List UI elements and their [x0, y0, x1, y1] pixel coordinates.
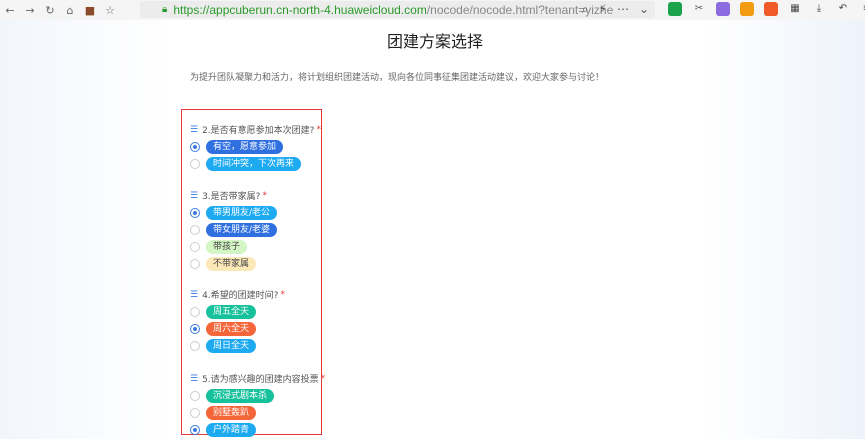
scissors-icon[interactable]: ✂ — [692, 2, 706, 16]
radio-option[interactable]: 周五全天 — [190, 305, 257, 319]
form-card: 团建方案选择 为提升团队凝聚力和活力，将计划组织团建活动，现向各位同事征集团建活… — [170, 20, 700, 439]
list-icon: ☰ — [190, 124, 199, 135]
radio-option[interactable]: 周六全天 — [190, 322, 257, 336]
option-label[interactable]: 带女朋友/老婆 — [206, 223, 278, 237]
radio-button[interactable] — [190, 259, 200, 269]
radio-button[interactable] — [190, 225, 200, 235]
lock-icon: 🔒︎ — [162, 4, 168, 15]
undo-icon[interactable]: ↶ — [836, 2, 850, 16]
briefcase-icon[interactable]: ■ — [80, 4, 100, 17]
radio-button[interactable] — [190, 341, 200, 351]
question-text: 5.请为感兴趣的团建内容投票 — [202, 375, 319, 385]
radio-option[interactable]: 带孩子 — [190, 240, 248, 254]
required-mark: * — [262, 190, 267, 201]
option-label[interactable]: 不带家属 — [206, 257, 257, 271]
search-icon[interactable]: ⌕ — [582, 2, 589, 17]
option-label[interactable]: 时间冲突，下次再来 — [206, 157, 302, 171]
radio-button[interactable] — [190, 324, 200, 334]
lightning-icon[interactable]: ⚡︎ — [599, 2, 607, 17]
option-label[interactable]: 周五全天 — [206, 305, 257, 319]
radio-button[interactable] — [190, 142, 200, 152]
question-label: ☰ 3.是否带家属? * — [190, 189, 267, 203]
back-icon[interactable]: ← — [0, 4, 20, 17]
radio-button[interactable] — [190, 242, 200, 252]
radio-option[interactable]: 带女朋友/老婆 — [190, 223, 278, 237]
option-label[interactable]: 沉浸式剧本杀 — [206, 389, 275, 403]
radio-button[interactable] — [190, 408, 200, 418]
reload-icon[interactable]: ↻ — [40, 4, 60, 17]
list-icon: ☰ — [190, 190, 199, 201]
option-label[interactable]: 别墅轰趴 — [206, 406, 257, 420]
menu-icon[interactable]: ≡ — [860, 2, 865, 16]
radio-option[interactable]: 户外踏青 — [190, 423, 257, 437]
question-text: 2.是否有意愿参加本次团建? — [202, 126, 315, 136]
radio-option[interactable]: 有空，愿意参加 — [190, 140, 284, 154]
option-label[interactable]: 带男朋友/老公 — [206, 206, 278, 220]
list-icon: ☰ — [190, 373, 199, 384]
more-icon[interactable]: ⋯ — [617, 2, 629, 17]
radio-button[interactable] — [190, 391, 200, 401]
question-text: 4.希望的团建时间? — [202, 291, 279, 301]
question-text: 3.是否带家属? — [202, 192, 261, 202]
required-mark: * — [320, 373, 326, 384]
required-mark: * — [280, 289, 285, 300]
question-label: ☰ 5.请为感兴趣的团建内容投票 * — [190, 372, 326, 386]
option-label[interactable]: 周日全天 — [206, 339, 257, 353]
radio-button[interactable] — [190, 425, 200, 435]
radio-button[interactable] — [190, 307, 200, 317]
favorite-icon[interactable]: ☆ — [100, 4, 120, 17]
shield-icon[interactable] — [740, 2, 754, 16]
question-label: ☰ 4.希望的团建时间? * — [190, 288, 285, 302]
radio-button[interactable] — [190, 159, 200, 169]
question-label: ☰ 2.是否有意愿参加本次团建? * — [190, 123, 321, 137]
intro-text: 为提升团队凝聚力和活力，将计划组织团建活动，现向各位同事征集团建活动建议，欢迎大… — [190, 73, 605, 83]
forward-icon[interactable]: → — [20, 4, 40, 17]
option-label[interactable]: 带孩子 — [206, 240, 248, 254]
apps-grid-icon[interactable]: ▦ — [788, 2, 802, 16]
url-host: https://appcuberun.cn-north-4.huaweiclou… — [173, 2, 427, 17]
extension-icon[interactable] — [716, 2, 730, 16]
radio-option[interactable]: 沉浸式剧本杀 — [190, 389, 275, 403]
address-bar[interactable]: 🔒︎ https://appcuberun.cn-north-4.huaweic… — [140, 1, 655, 18]
required-mark: * — [316, 124, 321, 135]
radio-button[interactable] — [190, 208, 200, 218]
home-icon[interactable]: ⌂ — [60, 4, 80, 17]
game-icon[interactable] — [764, 2, 778, 16]
radio-option[interactable]: 带男朋友/老公 — [190, 206, 278, 220]
option-label[interactable]: 周六全天 — [206, 322, 257, 336]
radio-option[interactable]: 周日全天 — [190, 339, 257, 353]
option-label[interactable]: 户外踏青 — [206, 423, 257, 437]
page-title: 团建方案选择 — [386, 32, 483, 51]
extension-icon[interactable] — [668, 2, 682, 16]
list-icon: ☰ — [190, 289, 199, 300]
browser-toolbar: ← → ↻ ⌂ ■ ☆ 🔒︎ https://appcuberun.cn-nor… — [0, 0, 865, 20]
download-icon[interactable]: ⤓ — [812, 2, 826, 16]
radio-option[interactable]: 别墅轰趴 — [190, 406, 257, 420]
radio-option[interactable]: 时间冲突，下次再来 — [190, 157, 302, 171]
radio-option[interactable]: 不带家属 — [190, 257, 257, 271]
option-label[interactable]: 有空，愿意参加 — [206, 140, 284, 154]
chevron-down-icon[interactable]: ⌄ — [639, 2, 649, 17]
